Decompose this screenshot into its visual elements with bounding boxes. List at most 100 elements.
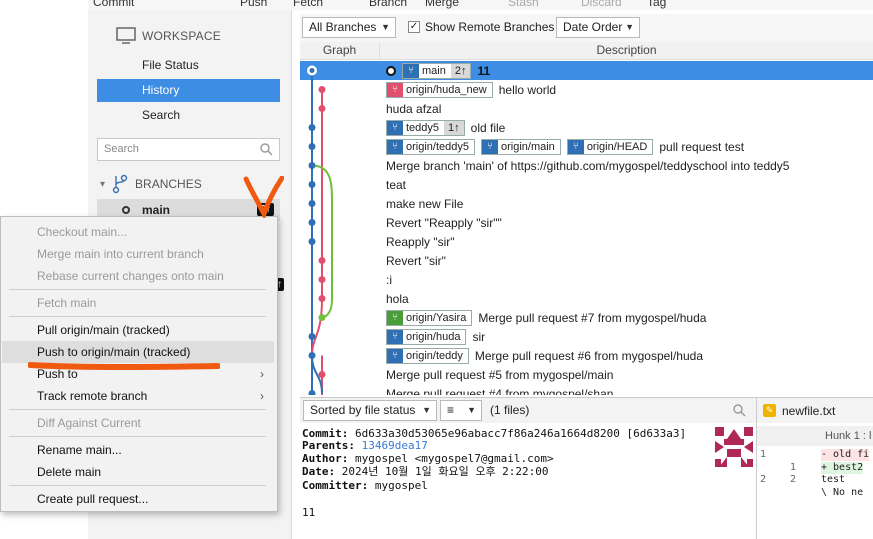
commit-message: pull request test [659, 139, 745, 154]
sidebar-item-search[interactable]: Search [97, 104, 280, 127]
branch-tag[interactable]: ⑂ origin/huda [386, 328, 467, 345]
branch-tag[interactable]: ⑂ origin/Yasira [386, 309, 473, 326]
commit-node[interactable] [308, 162, 316, 169]
commit-history-list[interactable]: ⑂ main 2↑ 11 ⑂ origin/huda_new hello world huda… [300, 61, 873, 395]
branch-tag[interactable]: ⑂ teddy5 1↑ [386, 119, 465, 136]
commit-row[interactable]: ⑂ origin/huda_new hello world [300, 80, 873, 99]
description-column-header[interactable]: Description [380, 43, 873, 57]
menu-item-merge-main-into-current-branch[interactable]: Merge main into current branch [2, 243, 274, 265]
commit-node[interactable] [308, 219, 316, 226]
commit-message: Merge pull request #5 from mygospel/main [386, 367, 614, 382]
branch-tag[interactable]: ⑂ origin/teddy [386, 347, 469, 364]
toolbar-tag-button[interactable]: Tag [647, 0, 666, 9]
commit-node[interactable] [308, 181, 316, 188]
toolbar-discard-button[interactable]: Discard [581, 0, 622, 9]
menu-item-rename-main[interactable]: Rename main... [2, 439, 274, 461]
commit-row[interactable]: Merge branch 'main' of https://github.co… [300, 156, 873, 175]
toolbar-stash-button[interactable]: Stash [508, 0, 539, 9]
menu-item-diff-against-current[interactable]: Diff Against Current [2, 412, 274, 434]
ahead-count: 2↑ [450, 63, 471, 78]
ahead-count: 1↑ [444, 120, 464, 135]
commit-row[interactable]: ⑂ origin/Yasira Merge pull request #7 from… [300, 308, 873, 327]
parent-hash-link[interactable]: 13469dea17 [362, 439, 428, 452]
commit-node[interactable] [308, 390, 316, 395]
menu-item-label: Checkout main... [37, 225, 128, 239]
menu-separator [9, 409, 266, 410]
commit-node[interactable] [308, 143, 316, 150]
branch-tag[interactable]: ⑂ origin/HEAD [566, 138, 654, 155]
chevron-right-icon: › [260, 389, 264, 403]
commit-node[interactable] [308, 238, 316, 245]
date-label: Date: [302, 465, 336, 478]
view-mode-dropdown[interactable]: ≡ ▼ [440, 400, 482, 421]
graph-column-header[interactable]: Graph [300, 43, 380, 60]
order-dropdown[interactable]: Date Order ▼ [556, 17, 640, 38]
sidebar-item-file-status[interactable]: File Status [97, 54, 280, 77]
commit-row[interactable]: Revert "sir" [300, 251, 873, 270]
chevron-down-icon: ▼ [422, 405, 431, 415]
commit-row[interactable]: ⑂ origin/teddy5 ⑂ origin/main ⑂ origin/HEAD pu… [300, 137, 873, 156]
commit-node[interactable] [318, 105, 326, 112]
menu-item-create-pull-request[interactable]: Create pull request... [2, 488, 274, 510]
commit-node[interactable] [318, 314, 326, 321]
toolbar-fetch-button[interactable]: Fetch [293, 0, 323, 9]
commit-node[interactable] [318, 86, 326, 93]
commit-message: make new File [386, 196, 464, 211]
commit-row[interactable]: Merge pull request #5 from mygospel/main [300, 365, 873, 384]
commit-node[interactable] [308, 124, 316, 131]
commit-row[interactable]: teat [300, 175, 873, 194]
commit-row[interactable]: ⑂ teddy5 1↑ old file [300, 118, 873, 137]
chevron-down-icon[interactable]: ▾ [100, 179, 105, 190]
commit-row[interactable]: hola [300, 289, 873, 308]
commit-row[interactable]: Merge pull request #4 from mygospel/shan [300, 384, 873, 396]
menu-item-rebase-current-changes-onto-main[interactable]: Rebase current changes onto main [2, 265, 274, 287]
commit-row[interactable]: make new File [300, 194, 873, 213]
sort-dropdown[interactable]: Sorted by file status ▼ [303, 400, 437, 421]
parents-label: Parents: [302, 439, 355, 452]
toolbar-merge-button[interactable]: Merge [425, 0, 459, 9]
commit-node[interactable] [318, 371, 326, 378]
commit-row[interactable]: ⑂ origin/huda sir [300, 327, 873, 346]
commit-row[interactable]: Reapply "sir" [300, 232, 873, 251]
branch-tag[interactable]: ⑂ origin/teddy5 [386, 138, 475, 155]
search-icon[interactable] [732, 403, 746, 417]
commit-node[interactable] [308, 352, 316, 359]
toolbar-commit-button[interactable]: Commit [93, 0, 134, 9]
show-remote-toggle[interactable]: ✓ Show Remote Branches [408, 20, 554, 34]
workspace-header[interactable]: WORKSPACE [116, 27, 221, 45]
menu-item-fetch-main[interactable]: Fetch main [2, 292, 274, 314]
menu-item-pull-origin-main-tracked[interactable]: Pull origin/main (tracked) [2, 319, 274, 341]
commit-message: teat [386, 177, 407, 192]
commit-row[interactable]: Revert "Reapply "sir"" [300, 213, 873, 232]
show-remote-checkbox[interactable]: ✓ [408, 21, 420, 33]
commit-message: 11 [477, 63, 491, 78]
branches-dropdown[interactable]: All Branches ▼ [302, 17, 396, 38]
toolbar-branch-button[interactable]: Branch [369, 0, 407, 9]
branch-tag-label: main [419, 63, 451, 78]
commit-node[interactable] [318, 257, 326, 264]
commit-row[interactable]: ⑂ origin/teddy Merge pull request #6 from … [300, 346, 873, 365]
branch-tag-label: origin/huda [403, 329, 466, 344]
menu-item-track-remote-branch[interactable]: Track remote branch › [2, 385, 274, 407]
menu-item-checkout-main[interactable]: Checkout main... [2, 221, 274, 243]
toolbar-push-button[interactable]: Push [240, 0, 267, 9]
branches-header[interactable]: ▾ BRANCHES [100, 174, 202, 194]
branch-name: main [142, 203, 171, 217]
sidebar-search-input[interactable]: Search [97, 138, 280, 161]
branch-icon: ⑂ [403, 63, 419, 78]
commit-node[interactable] [318, 295, 326, 302]
branch-tag[interactable]: ⑂ origin/huda_new [386, 81, 493, 98]
commit-node[interactable] [308, 200, 316, 207]
list-view-icon: ≡ [447, 403, 455, 417]
commit-node[interactable] [308, 333, 316, 340]
branch-tag[interactable]: ⑂ main 2↑ [402, 62, 472, 79]
commit-row[interactable]: :i [300, 270, 873, 289]
sidebar-item-history[interactable]: History [97, 79, 280, 102]
commit-message: sir [472, 329, 486, 344]
menu-item-delete-main[interactable]: Delete main [2, 461, 274, 483]
commit-row[interactable]: huda afzal [300, 99, 873, 118]
branch-tag[interactable]: ⑂ origin/main [481, 138, 561, 155]
commit-node[interactable] [318, 276, 326, 283]
commit-row[interactable]: ⑂ main 2↑ 11 [300, 61, 873, 80]
diff-file-header: ✎ newfile.txt [757, 397, 873, 423]
